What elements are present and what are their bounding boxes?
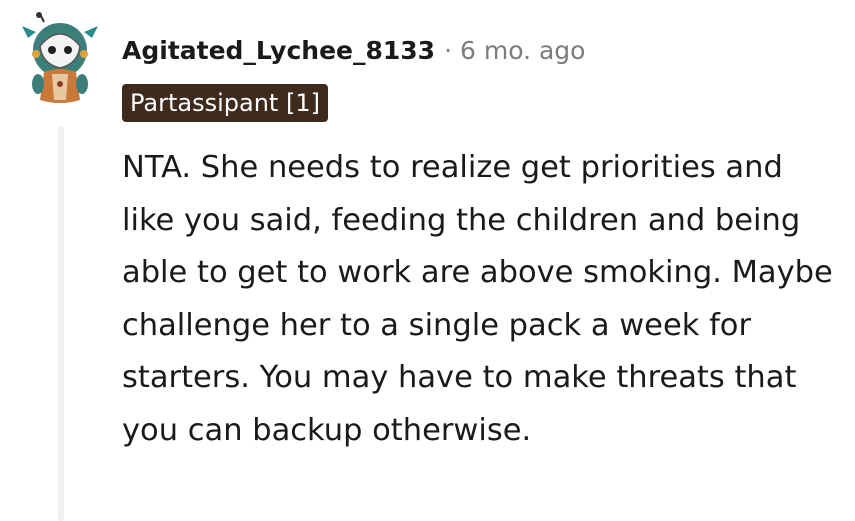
comment: Agitated_Lychee_8133 · 6 mo. ago Partass…	[0, 0, 855, 521]
comment-meta: Agitated_Lychee_8133 · 6 mo. ago	[122, 30, 585, 70]
timestamp-link[interactable]: 6 mo. ago	[460, 36, 585, 65]
meta-separator: ·	[444, 35, 453, 65]
author-link[interactable]: Agitated_Lychee_8133	[122, 36, 435, 65]
user-avatar-icon[interactable]	[18, 12, 102, 108]
user-flair-badge: Partassipant [1]	[122, 84, 328, 122]
thread-line[interactable]	[58, 126, 64, 521]
comment-body: NTA. She needs to realize get priorities…	[122, 150, 833, 448]
